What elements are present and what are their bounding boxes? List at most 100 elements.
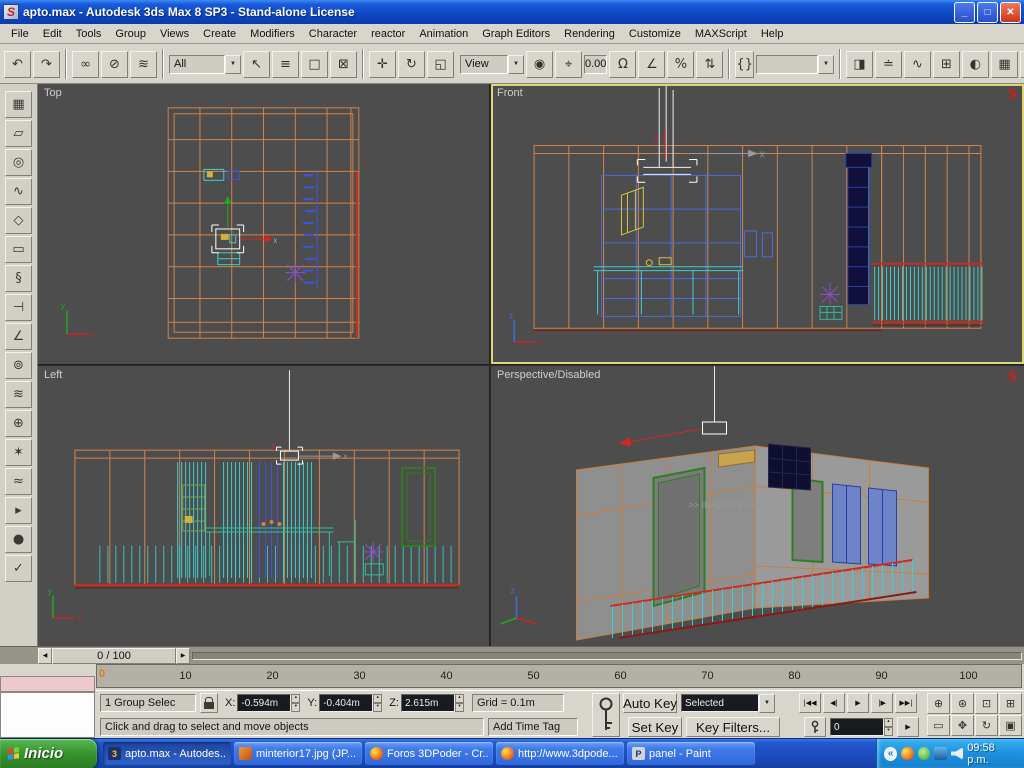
menu-item[interactable]: Help bbox=[754, 25, 791, 43]
dropdown-arrow-icon[interactable]: ▼ bbox=[758, 693, 775, 713]
menu-item[interactable]: Views bbox=[153, 25, 196, 43]
current-frame-marker[interactable]: 0 bbox=[99, 668, 105, 680]
play-animation-icon[interactable]: ▶ bbox=[846, 693, 869, 713]
snap-spinner-field[interactable]: 0.00 bbox=[584, 54, 608, 74]
menu-item[interactable]: Customize bbox=[622, 25, 688, 43]
frame-spinner[interactable]: ▲ ▼ bbox=[884, 718, 893, 736]
angle-snap-icon[interactable]: ∠ bbox=[638, 50, 666, 78]
align-icon[interactable]: ≐ bbox=[874, 50, 902, 78]
y-coordinate-field[interactable]: -0.404m bbox=[319, 694, 374, 712]
tray-volume-icon[interactable] bbox=[950, 747, 964, 760]
zoom-icon[interactable]: ⊕ bbox=[927, 693, 950, 714]
tray-messenger-icon[interactable] bbox=[917, 747, 931, 760]
pan-icon[interactable]: ✥ bbox=[951, 715, 974, 736]
viewport-perspective-label[interactable]: Perspective/Disabled bbox=[497, 369, 600, 381]
taskbar-button-browser-1[interactable]: Foros 3DPoder - Cr... bbox=[365, 742, 493, 765]
menu-item[interactable]: reactor bbox=[364, 25, 412, 43]
rectangular-selection-region-icon[interactable]: □ bbox=[301, 50, 328, 78]
menu-item[interactable]: Group bbox=[108, 25, 153, 43]
unlink-selection-icon[interactable]: ⊘ bbox=[101, 50, 128, 78]
previous-frame-arrow-icon[interactable]: ◀ bbox=[38, 647, 52, 664]
menu-item[interactable]: Create bbox=[196, 25, 243, 43]
menu-item[interactable]: MAXScript bbox=[688, 25, 754, 43]
time-slider-track[interactable] bbox=[192, 651, 1022, 660]
zoom-extents-all-icon[interactable]: ⊞ bbox=[999, 693, 1022, 714]
taskbar-button-image-viewer[interactable]: minterior17.jpg (JP... bbox=[234, 742, 362, 765]
taskbar-button-3dsmax[interactable]: 3 apto.max - Autodes... bbox=[103, 742, 231, 765]
bind-to-space-warp-icon[interactable]: ≋ bbox=[130, 50, 157, 78]
add-time-tag[interactable]: Add Time Tag bbox=[488, 718, 578, 736]
schematic-view-icon[interactable]: ⊞ bbox=[932, 50, 960, 78]
menu-item[interactable]: Graph Editors bbox=[475, 25, 557, 43]
go-to-end-icon[interactable]: ▶▶| bbox=[894, 693, 917, 713]
motor-icon[interactable]: ⊚ bbox=[5, 352, 32, 379]
percent-snap-icon[interactable]: % bbox=[667, 50, 695, 78]
select-and-manipulate-icon[interactable]: ⌖ bbox=[555, 50, 582, 78]
selection-filter-dropdown[interactable]: All ▼ bbox=[169, 54, 241, 74]
linear-dashpot-icon[interactable]: ⊣ bbox=[5, 294, 32, 321]
key-mode-dropdown[interactable]: Selected ▼ bbox=[680, 693, 775, 713]
angular-dashpot-icon[interactable]: ∠ bbox=[5, 323, 32, 350]
analyze-world-icon[interactable]: ✓ bbox=[5, 555, 32, 582]
auto-key-button[interactable]: Auto Key bbox=[623, 693, 677, 713]
taskbar-button-browser-2[interactable]: http://www.3dpode... bbox=[496, 742, 624, 765]
soft-body-collection-icon[interactable]: ◎ bbox=[5, 149, 32, 176]
menu-item[interactable]: Character bbox=[302, 25, 364, 43]
select-by-name-icon[interactable]: ≡ bbox=[272, 50, 299, 78]
window-crossing-icon[interactable]: ⊠ bbox=[330, 50, 357, 78]
set-key-button[interactable]: Set Key bbox=[628, 717, 682, 737]
curve-editor-icon[interactable]: ∿ bbox=[903, 50, 931, 78]
start-button[interactable]: Inicio bbox=[0, 738, 97, 768]
redo-icon[interactable]: ↷ bbox=[33, 50, 60, 78]
viewport-top[interactable]: Top x x y bbox=[38, 84, 490, 365]
viewport-left-label[interactable]: Left bbox=[44, 369, 62, 381]
viewport-perspective[interactable]: Perspective/Disabled S >> INACTIVE << z bbox=[491, 366, 1024, 646]
menu-item[interactable]: Modifiers bbox=[243, 25, 302, 43]
key-filters-button[interactable]: Key Filters... bbox=[686, 717, 780, 737]
viewport-front-label[interactable]: Front bbox=[497, 87, 523, 99]
viewport-front[interactable]: Front S Z X x z bbox=[491, 84, 1024, 365]
use-pivot-point-center-icon[interactable]: ◉ bbox=[526, 50, 553, 78]
spring-icon[interactable]: § bbox=[5, 265, 32, 292]
menu-item[interactable]: File bbox=[4, 25, 36, 43]
set-keys-button[interactable] bbox=[592, 693, 620, 737]
deforming-mesh-collection-icon[interactable]: ◇ bbox=[5, 207, 32, 234]
min-max-toggle-icon[interactable]: ▣ bbox=[999, 715, 1022, 736]
maxscript-listener-macro[interactable] bbox=[0, 676, 95, 692]
select-and-scale-icon[interactable]: ◱ bbox=[427, 50, 454, 78]
time-slider-handle[interactable]: 0 / 100 bbox=[52, 647, 176, 664]
zoom-all-icon[interactable]: ⊛ bbox=[951, 693, 974, 714]
plane-icon[interactable]: ▭ bbox=[5, 236, 32, 263]
next-key-button[interactable]: ▶ bbox=[897, 717, 919, 737]
select-and-move-icon[interactable]: ✛ bbox=[369, 50, 396, 78]
viewport-left[interactable]: Left z x x y bbox=[38, 366, 490, 646]
mirror-icon[interactable]: ◨ bbox=[845, 50, 873, 78]
quick-render-icon[interactable]: ◍ bbox=[1019, 50, 1024, 78]
viewport-top-label[interactable]: Top bbox=[44, 87, 62, 99]
water-icon[interactable]: ≈ bbox=[5, 468, 32, 495]
maximize-button[interactable]: □ bbox=[977, 1, 998, 23]
track-bar-ruler[interactable]: 10 20 30 40 50 60 70 80 90 100 bbox=[96, 664, 1022, 688]
x-coordinate-field[interactable]: -0.594m bbox=[237, 694, 292, 712]
material-editor-icon[interactable]: ◐ bbox=[961, 50, 989, 78]
z-coordinate-field[interactable]: 2.615m bbox=[400, 694, 455, 712]
select-and-rotate-icon[interactable]: ↻ bbox=[398, 50, 425, 78]
rigid-body-collection-icon[interactable]: ▦ bbox=[5, 91, 32, 118]
preview-animation-icon[interactable]: ▸ bbox=[5, 497, 32, 524]
render-scene-icon[interactable]: ▦ bbox=[990, 50, 1018, 78]
select-and-link-icon[interactable]: ∞ bbox=[72, 50, 99, 78]
wind-icon[interactable]: ≋ bbox=[5, 381, 32, 408]
cloth-collection-icon[interactable]: ▱ bbox=[5, 120, 32, 147]
taskbar-button-paint[interactable]: P panel - Paint bbox=[627, 742, 755, 765]
named-selection-sets-dropdown[interactable]: ▼ bbox=[755, 54, 834, 74]
zoom-extents-icon[interactable]: ⊡ bbox=[975, 693, 998, 714]
arc-rotate-icon[interactable]: ↻ bbox=[975, 715, 998, 736]
menu-item[interactable]: Rendering bbox=[557, 25, 622, 43]
tray-chevron-icon[interactable]: « bbox=[884, 746, 898, 761]
rope-collection-icon[interactable]: ∿ bbox=[5, 178, 32, 205]
menu-item[interactable]: Animation bbox=[412, 25, 475, 43]
current-frame-field[interactable]: 0 bbox=[830, 718, 884, 736]
tray-firefox-icon[interactable] bbox=[901, 747, 914, 760]
next-frame-arrow-icon[interactable]: ▶ bbox=[176, 647, 190, 664]
create-animation-icon[interactable]: ● bbox=[5, 526, 32, 553]
